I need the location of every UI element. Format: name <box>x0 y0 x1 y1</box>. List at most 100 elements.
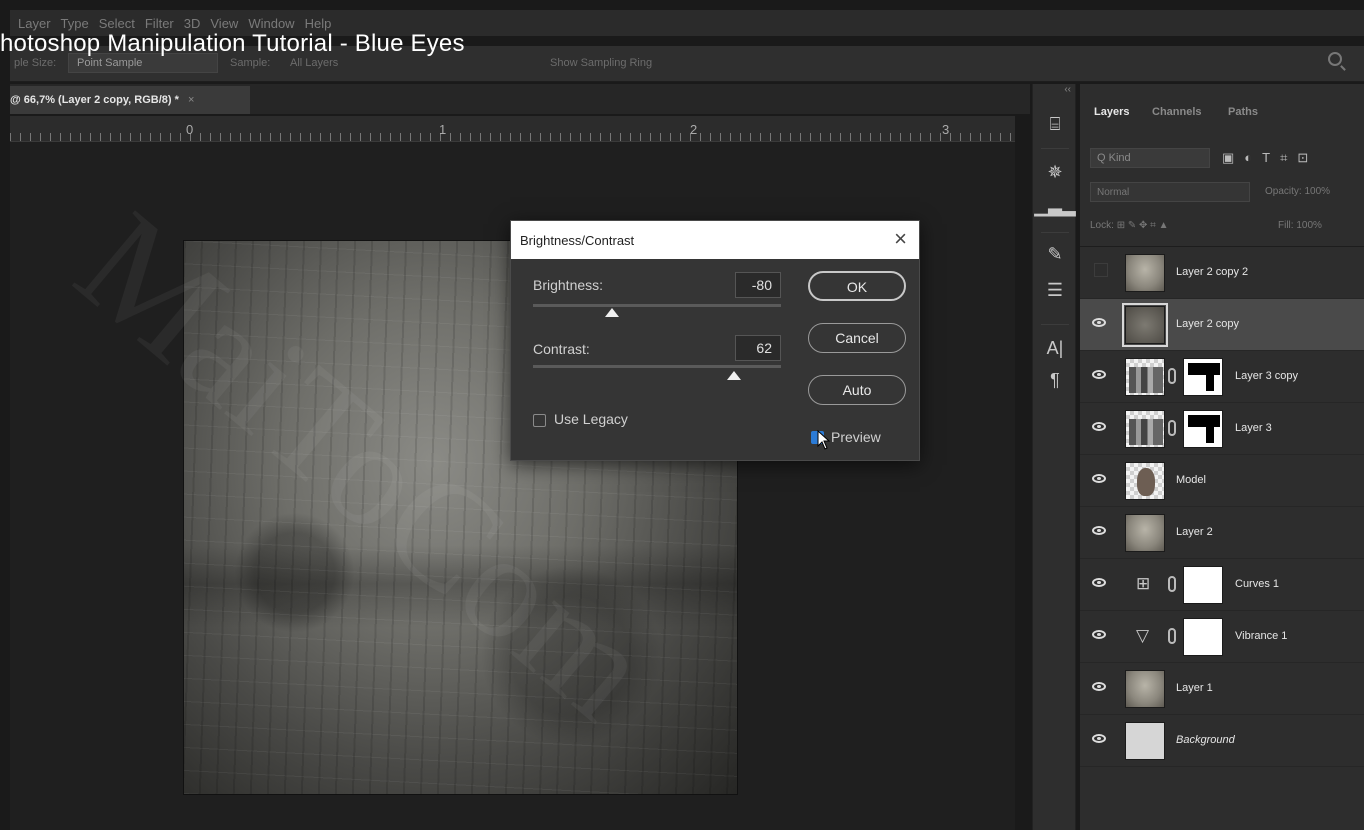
blend-mode-select[interactable]: Normal <box>1090 182 1250 202</box>
history-icon[interactable]: ⌸ <box>1033 114 1077 135</box>
adjustments-icon[interactable]: ☰ <box>1033 280 1077 301</box>
opacity-label: Opacity: <box>1265 186 1302 197</box>
kind-filter-select[interactable]: Q Kind <box>1090 148 1210 168</box>
eye-icon[interactable] <box>1092 474 1106 483</box>
fill-value[interactable]: 100% <box>1296 220 1322 231</box>
lock-controls[interactable]: Lock: ⊞ ✎ ✥ ⌗ ▲ <box>1090 220 1168 231</box>
divider <box>1041 324 1069 325</box>
layer-row[interactable]: Layer 2 copy 2 <box>1080 247 1364 299</box>
layer-name: Layer 1 <box>1176 682 1213 694</box>
chain-link-icon[interactable] <box>1168 368 1176 384</box>
opacity-value[interactable]: 100% <box>1304 186 1330 197</box>
show-sampling-ring-checkbox[interactable]: Show Sampling Ring <box>550 57 652 69</box>
menu-3d[interactable]: 3D <box>184 16 201 31</box>
preview-label: Preview <box>831 429 881 445</box>
contrast-input[interactable]: 62 <box>735 335 781 361</box>
chain-link-icon[interactable] <box>1168 628 1176 644</box>
eye-icon[interactable] <box>1092 630 1106 639</box>
blend-row: Normal Opacity: 100% <box>1090 182 1364 204</box>
layer-mask-thumbnail[interactable] <box>1183 566 1223 604</box>
layer-thumbnail <box>1125 670 1165 708</box>
menu-view[interactable]: View <box>210 16 238 31</box>
eye-icon[interactable] <box>1092 318 1106 327</box>
layer-thumbnail <box>1125 722 1165 760</box>
ok-button[interactable]: OK <box>808 271 906 301</box>
eye-icon[interactable] <box>1092 578 1106 587</box>
document-tab[interactable]: @ 66,7% (Layer 2 copy, RGB/8) * × <box>10 86 250 114</box>
close-tab-icon[interactable]: × <box>188 94 194 106</box>
fill-control[interactable]: Fill: 100% <box>1278 220 1322 231</box>
eye-icon[interactable] <box>1092 370 1106 379</box>
layer-row[interactable]: Layer 3 <box>1080 403 1364 455</box>
auto-button[interactable]: Auto <box>808 375 906 405</box>
layer-row-selected[interactable]: Layer 2 copy <box>1080 299 1364 351</box>
eye-icon[interactable] <box>1092 682 1106 691</box>
tab-channels[interactable]: Channels <box>1152 106 1202 118</box>
layer-thumbnail <box>1125 462 1165 500</box>
collapse-panels-icon[interactable]: ‹‹ <box>1064 84 1071 95</box>
vibrance-adjustment-icon: ▽ <box>1136 626 1150 645</box>
layer-name: Background <box>1176 734 1235 746</box>
close-icon[interactable]: × <box>894 228 907 250</box>
search-icon[interactable] <box>1328 52 1342 66</box>
sample-select[interactable]: All Layers <box>290 57 338 69</box>
ruler-mark: 2 <box>690 122 698 137</box>
cancel-button[interactable]: Cancel <box>808 323 906 353</box>
visibility-toggle-off[interactable] <box>1094 263 1108 277</box>
brightness-slider-track[interactable] <box>533 304 781 307</box>
layer-row[interactable]: ▽ Vibrance 1 <box>1080 611 1364 663</box>
panel-tabs: Layers Channels Paths <box>1080 100 1364 128</box>
eye-icon[interactable] <box>1092 422 1106 431</box>
use-legacy-checkbox[interactable] <box>533 414 546 427</box>
mouse-cursor-icon <box>817 430 831 450</box>
layer-mask-thumbnail[interactable] <box>1183 358 1223 396</box>
use-legacy-label: Use Legacy <box>554 411 628 427</box>
layer-thumbnail <box>1125 254 1165 292</box>
menu-window[interactable]: Window <box>248 16 294 31</box>
layer-row[interactable]: ⊞ Curves 1 <box>1080 559 1364 611</box>
divider <box>1041 148 1069 149</box>
contrast-label: Contrast: <box>533 341 590 357</box>
lock-row: Lock: ⊞ ✎ ✥ ⌗ ▲ Fill: 100% <box>1090 218 1364 240</box>
video-title: hotoshop Manipulation Tutorial - Blue Ey… <box>0 30 465 57</box>
character-icon[interactable]: A| <box>1033 338 1077 359</box>
layer-thumbnail <box>1125 514 1165 552</box>
ruler-mark: 0 <box>186 122 194 137</box>
layer-thumbnail <box>1125 410 1165 448</box>
histogram-icon[interactable]: ▁▃▂ <box>1033 196 1077 217</box>
filter-type-icons[interactable]: ▣◐T⌗⊡ <box>1222 150 1318 166</box>
chain-link-icon[interactable] <box>1168 576 1176 592</box>
tab-paths[interactable]: Paths <box>1228 106 1258 118</box>
layer-name: Layer 3 copy <box>1235 370 1298 382</box>
layer-mask-thumbnail[interactable] <box>1183 618 1223 656</box>
layer-row[interactable]: Background <box>1080 715 1364 767</box>
layer-row[interactable]: Layer 1 <box>1080 663 1364 715</box>
eye-icon[interactable] <box>1092 734 1106 743</box>
layer-filter-bar: Q Kind ▣◐T⌗⊡ <box>1090 148 1364 170</box>
layer-row[interactable]: Model <box>1080 455 1364 507</box>
horizontal-ruler: 0 1 2 3 <box>10 116 1015 142</box>
layer-name: Layer 2 <box>1176 526 1213 538</box>
contrast-slider-thumb[interactable] <box>726 371 741 380</box>
color-wheel-icon[interactable]: ✵ <box>1033 162 1077 183</box>
eye-icon[interactable] <box>1092 526 1106 535</box>
tab-layers[interactable]: Layers <box>1094 106 1129 118</box>
dialog-titlebar[interactable]: Brightness/Contrast × <box>511 221 919 259</box>
contrast-slider-track[interactable] <box>533 365 781 368</box>
lock-icons[interactable]: ⊞ ✎ ✥ ⌗ ▲ <box>1117 220 1169 231</box>
brightness-input[interactable]: -80 <box>735 272 781 298</box>
layer-mask-thumbnail[interactable] <box>1183 410 1223 448</box>
layer-name: Layer 2 copy 2 <box>1176 266 1249 278</box>
brightness-slider-thumb[interactable] <box>605 308 620 317</box>
menu-filter[interactable]: Filter <box>145 16 174 31</box>
menu-select[interactable]: Select <box>99 16 135 31</box>
brush-settings-icon[interactable]: ✎ <box>1033 244 1077 265</box>
chain-link-icon[interactable] <box>1168 420 1176 436</box>
menu-type[interactable]: Type <box>61 16 89 31</box>
menu-layer[interactable]: Layer <box>18 16 51 31</box>
paragraph-icon[interactable]: ¶ <box>1033 370 1077 391</box>
opacity-control[interactable]: Opacity: 100% <box>1265 186 1330 197</box>
layer-row[interactable]: Layer 2 <box>1080 507 1364 559</box>
layer-row[interactable]: Layer 3 copy <box>1080 351 1364 403</box>
menu-help[interactable]: Help <box>305 16 332 31</box>
